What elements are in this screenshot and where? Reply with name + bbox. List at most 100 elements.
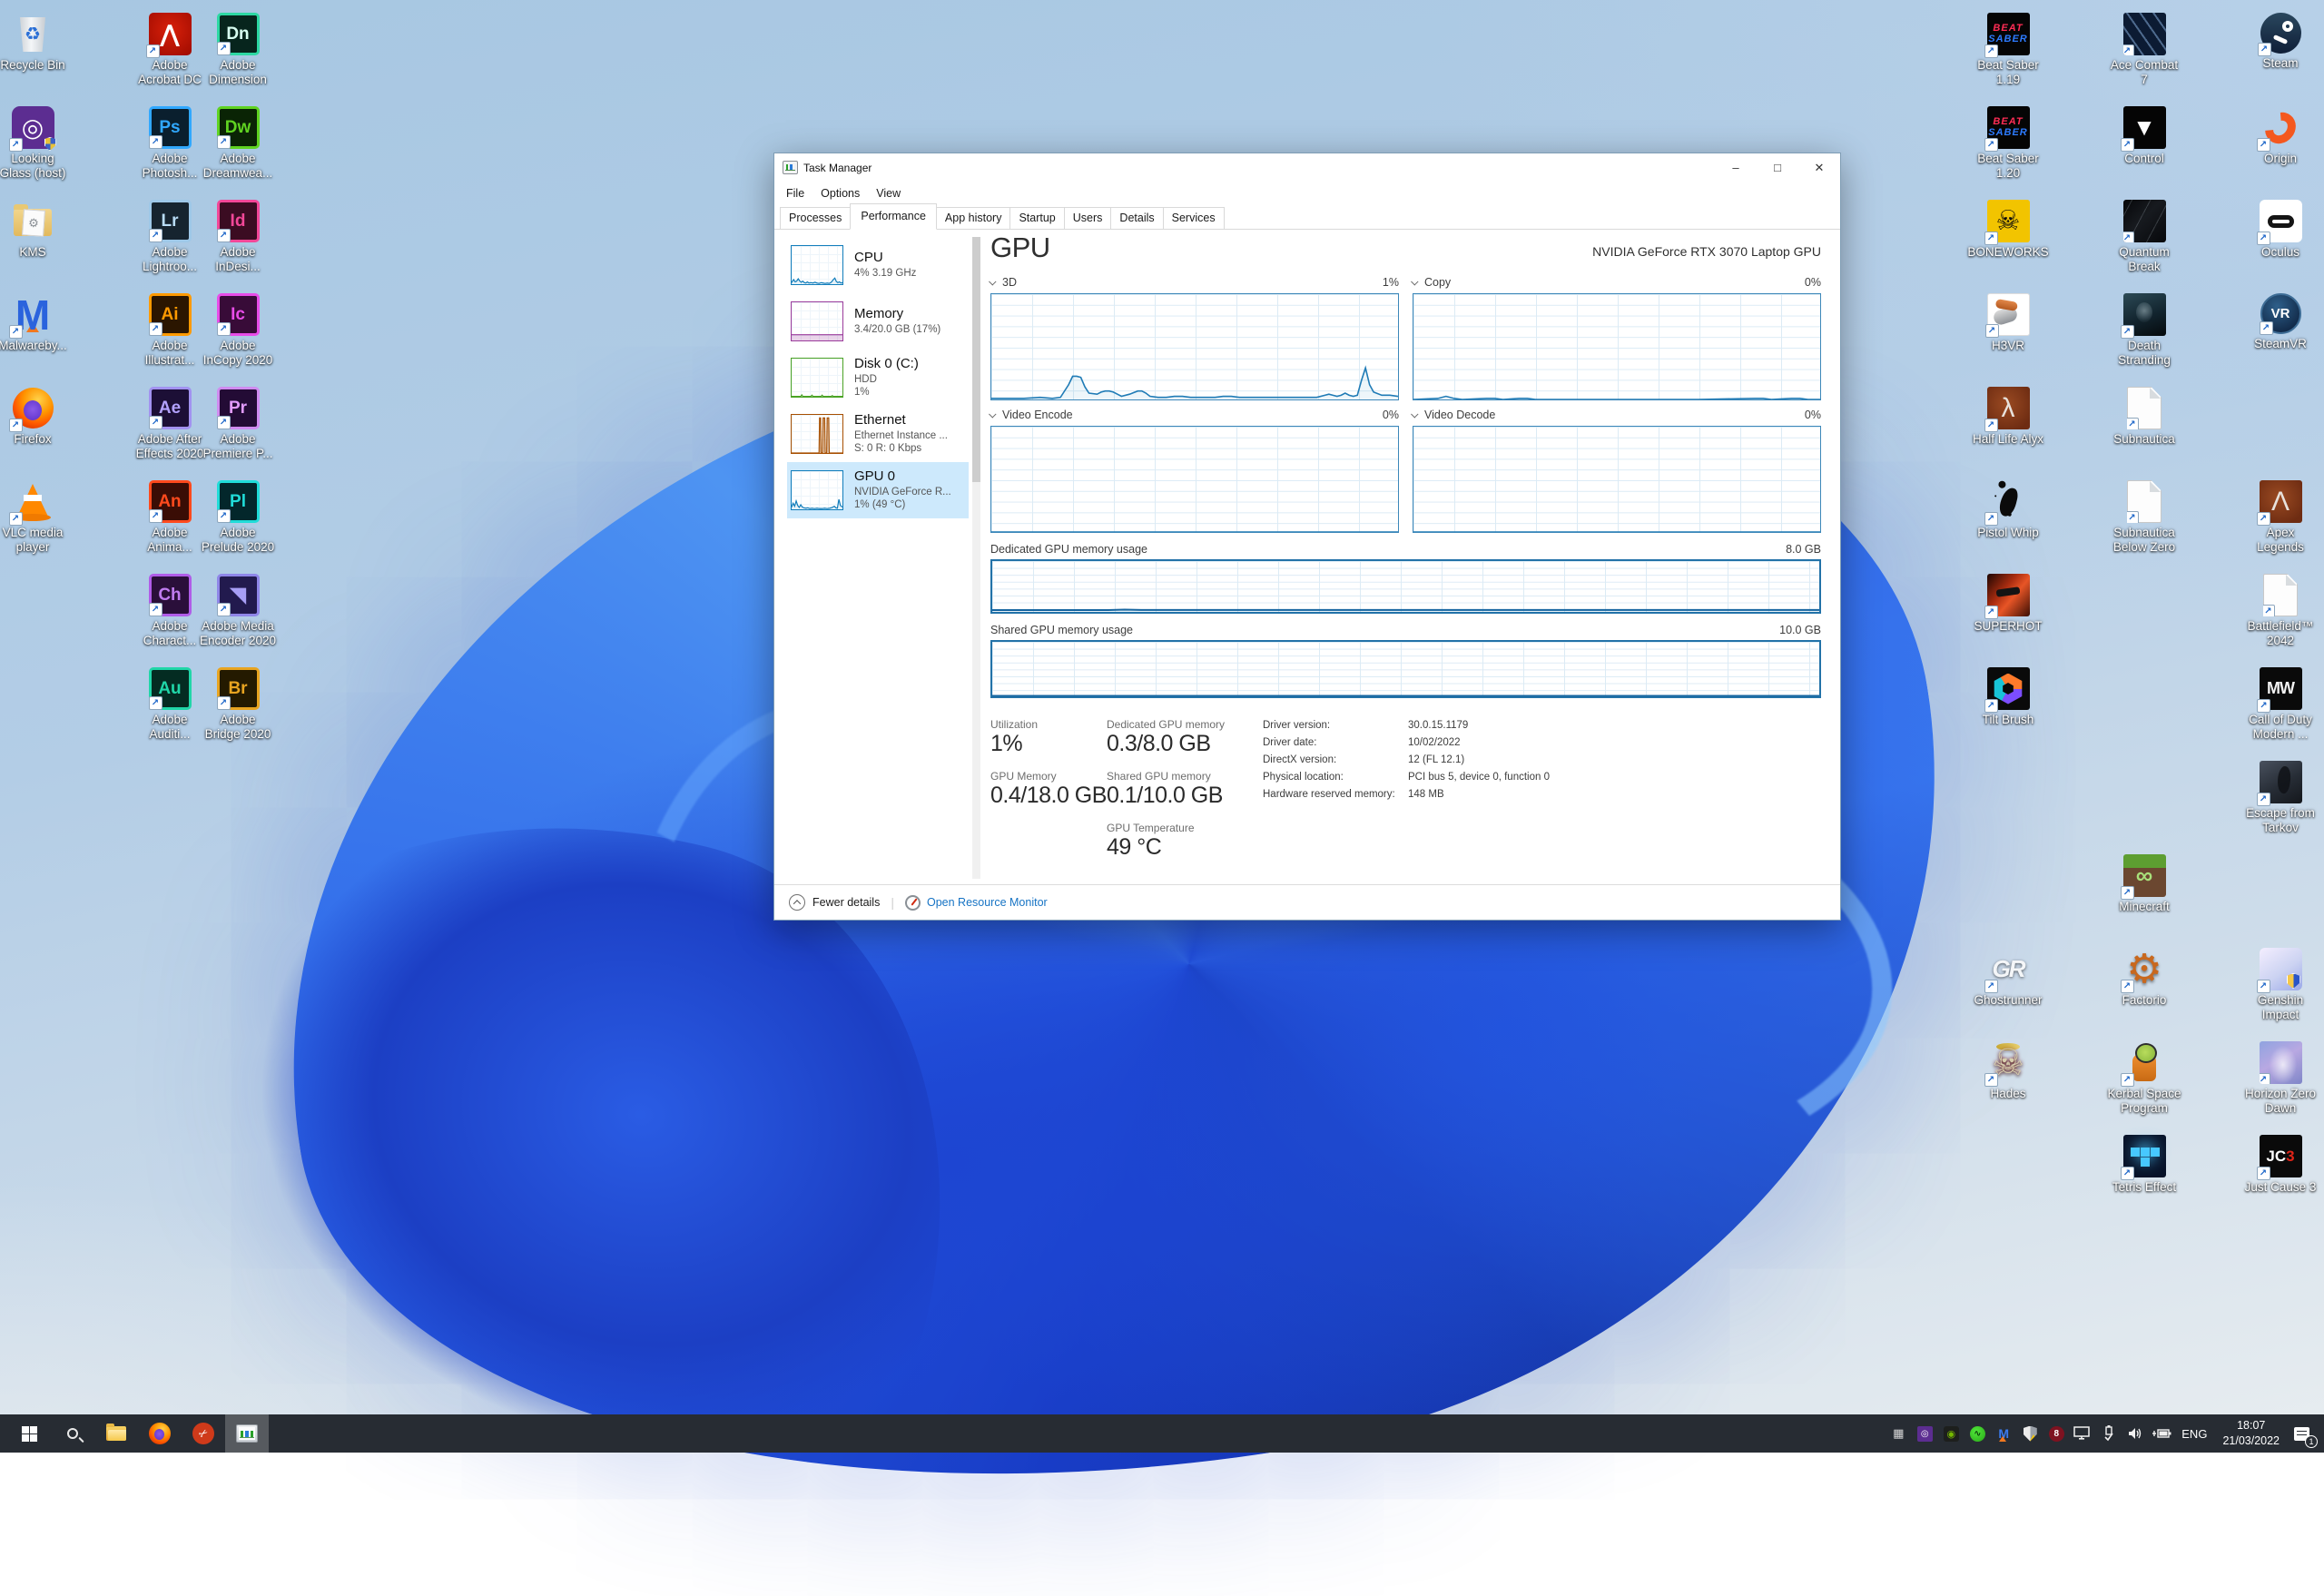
desktop-icon-recycle-bin[interactable]: ♻Recycle Bin	[0, 13, 86, 73]
task-manager-taskbar-button[interactable]	[225, 1414, 269, 1453]
sidebar-item-cpu[interactable]: CPU4% 3.19 GHz	[787, 237, 969, 293]
notification-center-button[interactable]: 1	[2291, 1424, 2311, 1443]
desktop-icon-hades[interactable]: ☠↗Hades	[1940, 1041, 2076, 1101]
desktop-icon-label: Call of Duty Modern ...	[2249, 713, 2312, 743]
desktop-icon-minecraft[interactable]: ∞↗Minecraft	[2076, 854, 2212, 914]
sharex-taskbar-button[interactable]: ✂	[182, 1414, 225, 1453]
menu-view[interactable]: View	[868, 183, 909, 203]
file-explorer-button[interactable]	[94, 1414, 138, 1453]
start-button[interactable]	[7, 1414, 51, 1453]
hidden-icons-button[interactable]: ▦	[1888, 1424, 1908, 1443]
desktop-icon-quantum-break[interactable]: ↗Quantum Break	[2076, 200, 2212, 275]
desktop-icon-dimension[interactable]: Dn↗Adobe Dimension	[184, 13, 291, 88]
desktop-icon-subnautica[interactable]: ↗Subnautica	[2076, 387, 2212, 447]
fewer-details-button[interactable]: Fewer details	[812, 896, 880, 909]
desktop-icon-incopy[interactable]: Ic↗Adobe InCopy 2020	[184, 293, 291, 369]
desktop-icon-kerbal-space-program[interactable]: ↗Kerbal Space Program	[2076, 1041, 2212, 1117]
scrollbar-thumb[interactable]	[972, 237, 980, 482]
firefox-taskbar-button[interactable]	[138, 1414, 182, 1453]
tab-startup[interactable]: Startup	[1009, 207, 1064, 229]
chart-video-decode	[1413, 426, 1821, 533]
razer-synapse-tray-icon[interactable]: ∿	[1967, 1424, 1987, 1443]
nvidia-settings-tray-icon[interactable]: ◉	[1941, 1424, 1961, 1443]
chart-header-video-decode[interactable]: Video Decode 0%	[1413, 408, 1821, 422]
desktop-icon-cod-modern-warfare[interactable]: MW↗Call of Duty Modern ...	[2212, 667, 2324, 743]
network-tray-icon[interactable]	[2073, 1424, 2093, 1443]
scissors-capture-icon: ✂	[192, 1423, 214, 1444]
menu-options[interactable]: Options	[812, 183, 868, 203]
collapse-details-icon[interactable]	[789, 894, 805, 911]
desktop-icon-oculus[interactable]: ↗Oculus	[2212, 200, 2324, 260]
chart-header-copy[interactable]: Copy 0%	[1413, 275, 1821, 290]
desktop-icon-escape-from-tarkov[interactable]: ↗Escape from Tarkov	[2212, 761, 2324, 836]
desktop-icon-media-encoder[interactable]: ◥↗Adobe Media Encoder 2020	[184, 574, 291, 649]
desktop-icon-label: Adobe InDesi...	[215, 245, 261, 275]
clock[interactable]: 18:07 21/03/2022	[2217, 1418, 2285, 1449]
shortcut-arrow-icon: ↗	[2125, 418, 2139, 431]
desktop-icon-ghostrunner[interactable]: GR↗Ghostrunner	[1940, 948, 2076, 1008]
desktop-icon-h3vr[interactable]: ↗H3VR	[1940, 293, 2076, 353]
desktop-icon-bridge[interactable]: Br↗Adobe Bridge 2020	[184, 667, 291, 743]
desktop-icon-tilt-brush[interactable]: ↗Tilt Brush	[1940, 667, 2076, 727]
desktop-icon-battlefield-2042[interactable]: ↗Battlefield™ 2042	[2212, 574, 2324, 649]
sidebar-item-ethernet[interactable]: EthernetEthernet Instance ...S: 0 R: 0 K…	[787, 406, 969, 462]
power-tray-icon[interactable]	[2152, 1424, 2171, 1443]
desktop-icon-boneworks[interactable]: ☠↗BONEWORKS	[1940, 200, 2076, 260]
desktop-icon-just-cause-3[interactable]: JC3↗Just Cause 3	[2212, 1135, 2324, 1195]
desktop-icon-ace-combat-7[interactable]: ↗Ace Combat 7	[2076, 13, 2212, 88]
desktop-icon-origin[interactable]: ↗Origin	[2212, 106, 2324, 166]
open-resource-monitor-link[interactable]: Open Resource Monitor	[927, 896, 1048, 909]
desktop-icon-kms[interactable]: KMS	[0, 200, 86, 260]
sidebar-scrollbar[interactable]	[972, 237, 980, 879]
desktop-icon-horizon-zero-dawn[interactable]: ↗Horizon Zero Dawn	[2212, 1041, 2324, 1117]
desktop-icon-beat-saber-119[interactable]: BEATSABER↗Beat Saber 1.19	[1940, 13, 2076, 88]
sidebar-item-memory[interactable]: Memory3.4/20.0 GB (17%)	[787, 293, 969, 350]
desktop-icon-indesign[interactable]: Id↗Adobe InDesi...	[184, 200, 291, 275]
desktop-icon-prelude[interactable]: Pl↗Adobe Prelude 2020	[184, 480, 291, 556]
desktop-icon-firefox[interactable]: ↗Firefox	[0, 387, 86, 447]
desktop-icon-subnautica-below-zero[interactable]: ↗Subnautica Below Zero	[2076, 480, 2212, 556]
security-shield-tray-icon[interactable]	[2020, 1424, 2040, 1443]
minimize-button[interactable]: –	[1715, 153, 1757, 182]
desktop-icon-genshin-impact[interactable]: ↗Genshin Impact	[2212, 948, 2324, 1023]
desktop-icon-looking-glass[interactable]: ◎↗Looking Glass (host)	[0, 106, 86, 182]
desktop-icon-beat-saber-120[interactable]: BEATSABER↗Beat Saber 1.20	[1940, 106, 2076, 182]
desktop-icon-pistol-whip[interactable]: ↗Pistol Whip	[1940, 480, 2076, 540]
tab-app-history[interactable]: App history	[936, 207, 1011, 229]
desktop-icon-tetris-effect[interactable]: ↗Tetris Effect	[2076, 1135, 2212, 1195]
title-bar[interactable]: Task Manager – □ ✕	[774, 153, 1840, 182]
desktop-icon-steam[interactable]: ↗Steam	[2212, 13, 2324, 71]
menu-file[interactable]: File	[778, 183, 812, 203]
chart-header-video-encode[interactable]: Video Encode 0%	[990, 408, 1399, 422]
desktop-icon-control[interactable]: ▼↗Control	[2076, 106, 2212, 166]
tab-services[interactable]: Services	[1163, 207, 1225, 229]
sidebar-item-disk[interactable]: Disk 0 (C:)HDD1%	[787, 350, 969, 406]
desktop-icon-vlc[interactable]: ↗VLC media player	[0, 480, 86, 556]
stat-label: GPU Temperature	[1107, 822, 1263, 834]
volume-tray-icon[interactable]	[2125, 1424, 2145, 1443]
sidebar-item-gpu[interactable]: GPU 0NVIDIA GeForce R...1% (49 °C)	[787, 462, 969, 518]
tab-processes[interactable]: Processes	[780, 207, 851, 229]
close-button[interactable]: ✕	[1798, 153, 1840, 182]
language-indicator[interactable]: ENG	[2178, 1427, 2211, 1441]
desktop-icon-factorio[interactable]: ⚙↗Factorio	[2076, 948, 2212, 1008]
desktop-icon-superhot[interactable]: ↗SUPERHOT	[1940, 574, 2076, 634]
desktop-icon-malwarebytes[interactable]: M↗Malwareby...	[0, 293, 86, 353]
desktop-icon-steamvr[interactable]: VR↗SteamVR	[2212, 293, 2324, 351]
maximize-button[interactable]: □	[1757, 153, 1798, 182]
tab-performance[interactable]: Performance	[850, 203, 937, 230]
search-button[interactable]	[51, 1414, 94, 1453]
looking-glass-tray-icon[interactable]: ◎	[1915, 1424, 1935, 1443]
tab-users[interactable]: Users	[1064, 207, 1112, 229]
desktop-icon-apex-legends[interactable]: Λ↗Apex Legends	[2212, 480, 2324, 556]
desktop-icon-dreamweaver[interactable]: Dw↗Adobe Dreamwea...	[184, 106, 291, 182]
desktop-icon-premiere[interactable]: Pr↗Adobe Premiere P...	[184, 387, 291, 462]
usb-tray-icon[interactable]	[2099, 1424, 2119, 1443]
icue-tray-icon[interactable]: 8	[2046, 1424, 2066, 1443]
malwarebytes-tray-icon[interactable]: M	[1994, 1424, 2014, 1443]
desktop-icon-half-life-alyx[interactable]: λ↗Half Life Alyx	[1940, 387, 2076, 447]
desktop-icon-death-stranding[interactable]: ↗Death Stranding	[2076, 293, 2212, 369]
chart-header-3d[interactable]: 3D 1%	[990, 275, 1399, 290]
desktop-icon-label: Adobe Dreamwea...	[203, 152, 273, 182]
tab-details[interactable]: Details	[1110, 207, 1163, 229]
